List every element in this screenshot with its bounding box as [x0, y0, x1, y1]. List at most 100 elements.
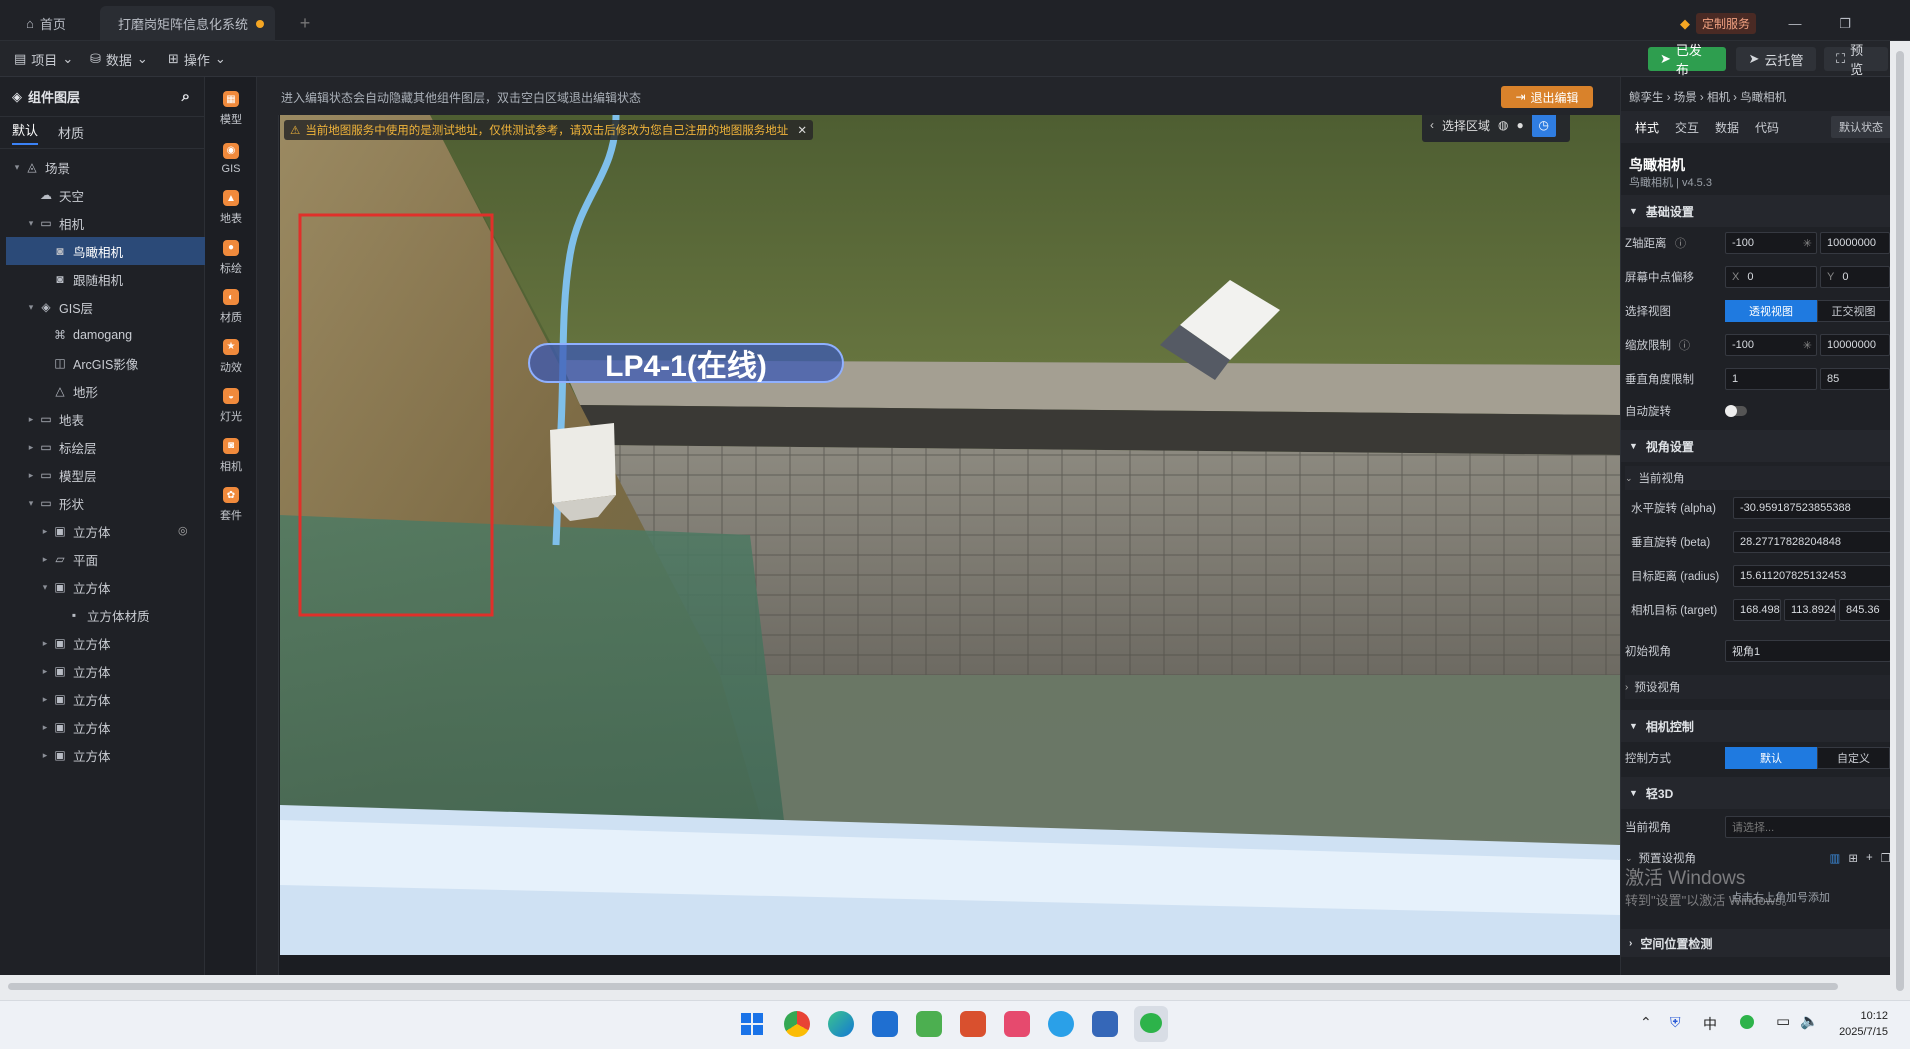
- restore-button[interactable]: ❐: [1830, 6, 1860, 41]
- orthographic-view-option[interactable]: 正交视图: [1817, 300, 1890, 322]
- published-button[interactable]: ➤ 已发布: [1648, 43, 1726, 77]
- layer-tree-item[interactable]: ▸ ▣ 立方体: [6, 741, 206, 769]
- caret-right-icon[interactable]: ▸: [38, 666, 52, 677]
- layer-tree-item[interactable]: ▸ ▣ 立方体: [6, 657, 206, 685]
- tab-interact[interactable]: 交互: [1675, 119, 1699, 136]
- category-surface[interactable]: ▲ 地表: [205, 180, 257, 236]
- caret-right-icon[interactable]: ▸: [24, 414, 38, 425]
- layout-icon[interactable]: ▥: [1829, 851, 1840, 865]
- current-view-select[interactable]: 请选择...: [1725, 816, 1890, 838]
- caret-right-icon[interactable]: ▸: [38, 526, 52, 537]
- eye-off-icon[interactable]: ◎: [178, 524, 188, 537]
- layer-tree-item[interactable]: ▸ ▭ 标绘层: [6, 433, 206, 461]
- remote-desktop-icon[interactable]: [1092, 1011, 1118, 1037]
- section-view[interactable]: ▼ 视角设置: [1621, 430, 1890, 462]
- vangle-max-input[interactable]: 85: [1820, 368, 1890, 390]
- minimize-button[interactable]: —: [1780, 6, 1810, 41]
- preview-button[interactable]: ⛶ 预览: [1824, 43, 1888, 77]
- section-camera-control[interactable]: ▼ 相机控制: [1621, 710, 1890, 742]
- caret-down-icon[interactable]: ▾: [38, 582, 52, 593]
- vertical-scrollbar[interactable]: [1890, 41, 1910, 1000]
- layer-tree-item[interactable]: ▸ ▣ 立方体: [6, 713, 206, 741]
- app-pocket-icon[interactable]: [1004, 1011, 1030, 1037]
- tab-document[interactable]: 打磨岗矩阵信息化系统: [100, 6, 275, 41]
- grid-icon[interactable]: ⊞: [1848, 851, 1858, 865]
- caret-down-icon[interactable]: ▾: [24, 302, 38, 313]
- tab-default[interactable]: 默认: [12, 120, 39, 145]
- ime-indicator[interactable]: 中: [1703, 1014, 1717, 1034]
- wechat-icon[interactable]: [1134, 1006, 1168, 1042]
- layer-tree-item[interactable]: ▾ ◬ 场景: [6, 153, 206, 181]
- target-z-input[interactable]: 845.36: [1839, 599, 1890, 621]
- new-tab-button[interactable]: +: [290, 6, 320, 41]
- alpha-input[interactable]: -30.959187523855388: [1733, 497, 1890, 519]
- close-icon[interactable]: ✕: [797, 123, 807, 137]
- data-menu[interactable]: ⛁ 数据 ⌄: [90, 47, 148, 71]
- layer-tree-item[interactable]: ▾ ▭ 相机: [6, 209, 206, 237]
- caret-down-icon[interactable]: ▾: [24, 218, 38, 229]
- caret-right-icon[interactable]: ▸: [24, 470, 38, 481]
- horizontal-scrollbar[interactable]: [0, 975, 1890, 1000]
- zoom-max-input[interactable]: 10000000: [1820, 334, 1890, 356]
- layer-tree-item[interactable]: ◙ 鸟瞰相机: [6, 237, 206, 265]
- caret-right-icon[interactable]: ▸: [38, 554, 52, 565]
- tab-material[interactable]: 材质: [58, 123, 84, 142]
- volume-icon[interactable]: 🔈: [1800, 1012, 1819, 1030]
- layer-tree-item[interactable]: ▸ ▱ 平面: [6, 545, 206, 573]
- state-select[interactable]: 默认状态: [1831, 116, 1890, 138]
- caret-right-icon[interactable]: ▸: [38, 638, 52, 649]
- category-marker[interactable]: ● 标绘: [205, 230, 257, 286]
- zoom-min-input[interactable]: -100 ✳: [1725, 334, 1817, 356]
- clock[interactable]: 10:12 2025/7/15: [1828, 1008, 1888, 1040]
- globe-icon[interactable]: ◍: [1498, 118, 1508, 132]
- cloud-host-button[interactable]: ➤ 云托管: [1736, 47, 1816, 71]
- layer-tree-item[interactable]: ▸ ▣ 立方体: [6, 685, 206, 713]
- section-space-detect[interactable]: › 空间位置检测: [1621, 929, 1890, 957]
- radius-input[interactable]: 15.611207825132453: [1733, 565, 1890, 587]
- initial-view-select[interactable]: 视角1: [1725, 640, 1890, 662]
- layer-tree-item[interactable]: ▸ ▭ 地表: [6, 405, 206, 433]
- layer-tree-item[interactable]: ◙ 跟随相机: [6, 265, 206, 293]
- tab-code[interactable]: 代码: [1755, 119, 1779, 136]
- category-material[interactable]: ◐ 材质: [205, 279, 257, 335]
- control-custom-option[interactable]: 自定义: [1817, 747, 1890, 769]
- start-button[interactable]: [741, 1013, 763, 1035]
- offset-x-input[interactable]: X0: [1725, 266, 1817, 288]
- copy-icon[interactable]: ❐: [1881, 851, 1890, 865]
- category-kit[interactable]: ✿ 套件: [205, 477, 257, 533]
- perspective-view-option[interactable]: 透视视图: [1725, 300, 1817, 322]
- target-x-input[interactable]: 168.4984: [1733, 599, 1781, 621]
- category-effect[interactable]: ★ 动效: [205, 329, 257, 385]
- layer-tree-item[interactable]: ▾ ▣ 立方体: [6, 573, 206, 601]
- custom-service-button[interactable]: ◆ 定制服务: [1680, 6, 1770, 41]
- layer-tree-item[interactable]: ▸ ▣ 立方体: [6, 629, 206, 657]
- help-icon[interactable]: ⓘ: [1675, 235, 1686, 251]
- auto-rotate-toggle[interactable]: [1725, 405, 1747, 417]
- preset-view-group[interactable]: › 预设视角: [1625, 675, 1890, 699]
- layer-tree-item[interactable]: ▪ 立方体材质: [6, 601, 206, 629]
- current-view-group[interactable]: ⌄ 当前视角: [1625, 466, 1890, 490]
- caret-right-icon[interactable]: ▸: [38, 694, 52, 705]
- project-menu[interactable]: ▤ 项目 ⌄: [14, 47, 73, 71]
- layer-tree-item[interactable]: ▸ ▣ 立方体: [6, 517, 206, 545]
- help-icon[interactable]: ⓘ: [1679, 337, 1690, 353]
- edge-icon[interactable]: [828, 1011, 854, 1037]
- section-light3d[interactable]: ▼ 轻3D: [1621, 777, 1890, 809]
- notepad-icon[interactable]: [916, 1011, 942, 1037]
- operate-menu[interactable]: ⊞ 操作 ⌄: [168, 47, 226, 71]
- add-icon[interactable]: +: [1866, 852, 1873, 864]
- target-y-input[interactable]: 113.89241: [1784, 599, 1836, 621]
- layer-tree-item[interactable]: ▸ ▭ 模型层: [6, 461, 206, 489]
- z-min-input[interactable]: -100 ✳: [1725, 232, 1817, 254]
- tab-data[interactable]: 数据: [1715, 119, 1739, 136]
- word-app-icon[interactable]: [872, 1011, 898, 1037]
- layer-tree-item[interactable]: △ 地形: [6, 377, 206, 405]
- offset-y-input[interactable]: Y0: [1820, 266, 1890, 288]
- vangle-min-input[interactable]: 1: [1725, 368, 1817, 390]
- category-model[interactable]: ▦ 模型: [205, 81, 257, 137]
- control-default-option[interactable]: 默认: [1725, 747, 1817, 769]
- caret-right-icon[interactable]: ▸: [38, 722, 52, 733]
- exit-edit-button[interactable]: ⇥ 退出编辑: [1501, 86, 1593, 108]
- chevron-left-icon[interactable]: ‹: [1430, 118, 1434, 132]
- app-owl-icon[interactable]: [960, 1011, 986, 1037]
